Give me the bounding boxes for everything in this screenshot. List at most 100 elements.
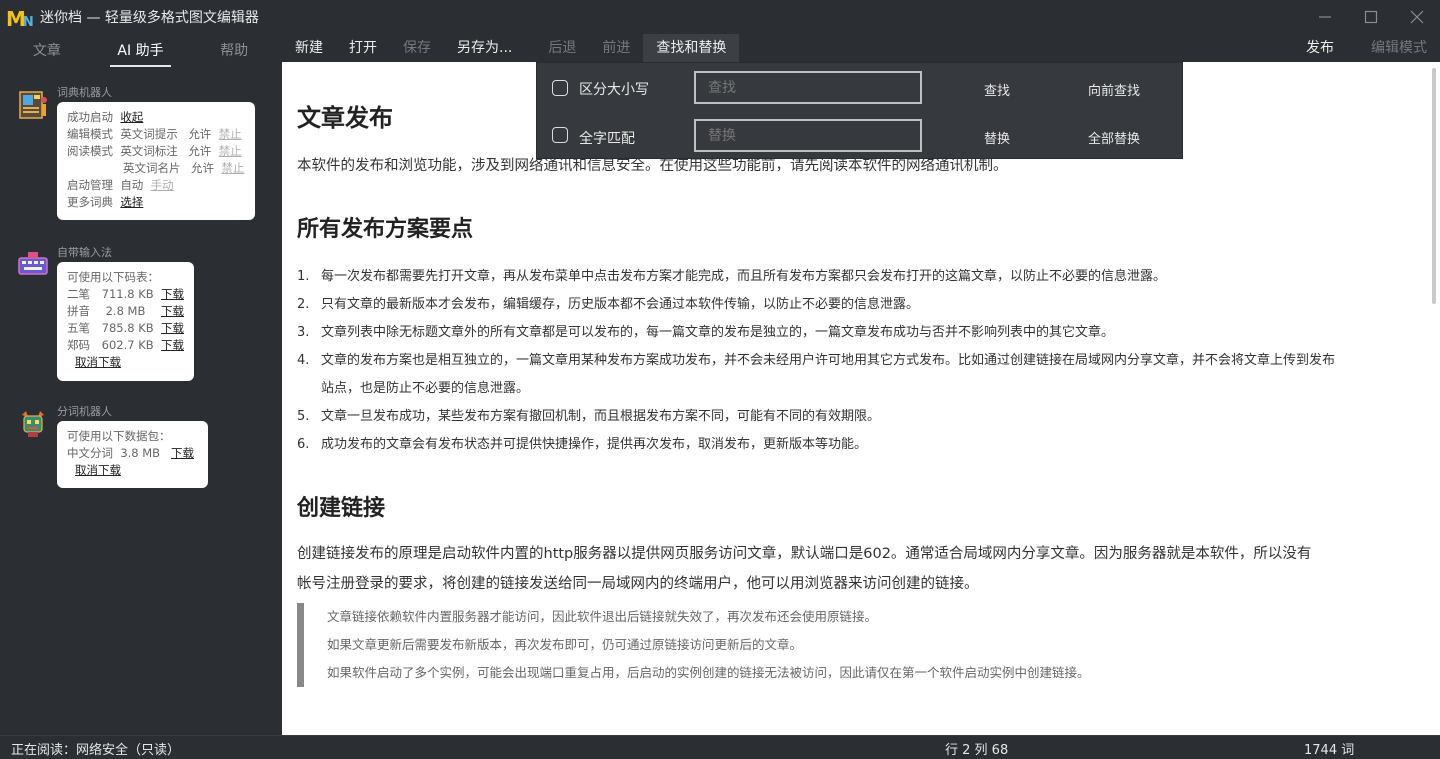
reading-status: 正在阅读：网络安全（只读） [11,743,181,758]
title-bar: MN 迷你档 — 轻量级多格式图文编辑器 [0,0,1440,34]
cancel-download-link[interactable]: 取消下载 [75,462,121,479]
tab-ai-assistant[interactable]: AI 助手 [94,34,188,68]
ime-size: 602.7 KB [101,338,154,352]
minimize-icon [1319,16,1331,18]
read-mode-label: 阅读模式 [67,144,113,158]
edit-mode-item: 英文词提示 [120,127,178,141]
find-previous-button[interactable]: 向前查找 [1088,80,1140,99]
startup-label: 启动管理 [67,178,113,192]
ime-name: 二笔 [67,287,90,301]
find-replace-button[interactable]: 查找和替换 [643,34,740,62]
new-button[interactable]: 新建 [282,34,336,62]
maximize-button[interactable] [1348,0,1394,34]
whole-word-label: 全字匹配 [579,131,635,147]
list-item: 4. 文章的发布方案也是相互独立的，一篇文章用某种发布方案成功发布，并不会未经用户… [297,353,1336,368]
list-item: 3. 文章列表中除无标题文章外的所有文章都是可以发布的，每一篇文章的发布是独立的，… [297,325,1115,340]
tab-articles[interactable]: 文章 [0,34,94,68]
list-item: 6. 成功发布的文章会有发布状态并可提供快捷操作，提供再次发布，取消发布，更新版本… [297,437,868,452]
ime-name: 郑码 [67,338,90,352]
ime-size: 785.8 KB [101,321,154,335]
list-item: 5. 文章一旦发布成功，某些发布方案有撤回机制，而且根据发布方案不同，可能有不同的… [297,409,881,424]
download-link[interactable]: 下载 [161,286,184,303]
ime-intro: 可使用以下码表： [67,270,159,284]
replace-input[interactable] [694,119,922,152]
forbid-option[interactable]: 禁止 [219,143,242,160]
allow-option[interactable]: 允许 [188,126,211,143]
ime-name: 五笔 [67,321,90,335]
download-link[interactable]: 下载 [161,320,184,337]
startup-manual[interactable]: 手动 [151,177,174,194]
read-mode-item: 英文词名片 [123,161,181,175]
seg-robot-title: 分词机器人 [57,405,112,418]
read-mode-item: 英文词标注 [120,144,178,158]
ime-name: 拼音 [67,304,90,318]
more-dict-label: 更多词典 [67,195,113,209]
seg-intro: 可使用以下数据包： [67,429,171,443]
ime-card: 可使用以下码表： 二笔 711.8 KB 下载 拼音 2.8 MB 下载 五笔 … [57,262,194,381]
toolbar: 新建 打开 保存 另存为... 后退 前进 查找和替换 发布 编辑模式 [282,34,1440,62]
window-controls [1302,0,1440,34]
find-input[interactable] [694,71,922,104]
doc-title: 文章发布 [297,104,393,132]
forbid-option[interactable]: 禁止 [221,160,244,177]
cancel-download-link[interactable]: 取消下载 [75,354,121,371]
startup-auto[interactable]: 自动 [120,177,143,194]
robot-head-icon [22,411,44,437]
edit-mode-label: 编辑模式 [67,127,113,141]
blockquote: 文章链接依赖软件内置服务器才能访问，因此软件退出后链接就失效了，再次发布还会使用… [297,603,1419,687]
list-item: 1. 每一次发布都需要先打开文章，再从发布菜单中点击发布方案才能完成，而且所有发布… [297,269,1167,284]
cursor-position: 行 2 列 68 [945,743,1009,758]
keyboard-icon [18,252,48,275]
edit-mode-button[interactable]: 编辑模式 [1358,34,1440,62]
quote-line: 文章链接依赖软件内置服务器才能访问，因此软件退出后链接就失效了，再次发布还会使用… [327,609,878,624]
window-title: 迷你档 — 轻量级多格式图文编辑器 [40,10,259,26]
sidebar-tabs: 文章 AI 助手 帮助 [0,34,281,68]
back-button[interactable]: 后退 [535,34,589,62]
seg-name: 中文分词 [67,446,113,460]
download-link[interactable]: 下载 [161,337,184,354]
dict-robot-title: 词典机器人 [57,86,112,99]
maximize-icon [1364,10,1378,24]
scrollbar[interactable] [1432,68,1436,304]
section-title-points: 所有发布方案要点 [297,217,474,242]
list-item: 2. 只有文章的最新版本才会发布，编辑缓存，历史版本都不会通过本软件传输，以防止不… [297,297,920,312]
save-button[interactable]: 保存 [390,34,444,62]
find-button[interactable]: 查找 [984,80,1010,99]
find-replace-panel: 区分大小写 查找 向前查找 全字匹配 替换 全部替换 [536,62,1183,159]
seg-robot-card: 可使用以下数据包： 中文分词 3.8 MB 下载 取消下载 [57,421,208,488]
download-link[interactable]: 下载 [171,445,194,462]
allow-option[interactable]: 允许 [188,143,211,160]
robot-book-icon [19,91,47,119]
collapse-link[interactable]: 收起 [120,109,143,126]
replace-button[interactable]: 替换 [984,128,1010,147]
dict-robot-card: 成功启动 收起 编辑模式 英文词提示 允许 禁止 阅读模式 英文词标注 允许 禁止 … [57,102,255,220]
save-as-button[interactable]: 另存为... [444,34,525,62]
app-logo: MN [6,7,34,31]
download-link[interactable]: 下载 [161,303,184,320]
open-button[interactable]: 打开 [336,34,390,62]
forbid-option[interactable]: 禁止 [219,126,242,143]
link-paragraph-line2: 帐号注册登录的要求，将创建的链接发送给同一局域网内的终端用户，他可以用浏览器来访… [297,576,979,592]
select-dict-link[interactable]: 选择 [120,194,143,211]
boot-label: 成功启动 [67,110,113,124]
editor[interactable]: 文章发布 本软件的发布和浏览功能，涉及到网络通讯和信息安全。在使用这些功能前，请… [282,62,1440,735]
case-sensitive-label: 区分大小写 [579,82,649,98]
close-button[interactable] [1394,0,1440,34]
word-count: 1744 词 [1304,743,1355,758]
allow-option[interactable]: 允许 [191,160,214,177]
points-list: 1. 每一次发布都需要先打开文章，再从发布菜单中点击发布方案才能完成，而且所有发布… [297,263,1335,459]
ime-size: 711.8 KB [101,287,154,301]
sidebar: 文章 AI 助手 帮助 词典机器人 成功启动 收起 编辑模式 英文词提示 允许 禁… [0,34,281,735]
quote-line: 如果软件启动了多个实例，可能会出现端口重复占用，后启动的实例创建的链接无法被访问… [327,665,1090,680]
replace-all-button[interactable]: 全部替换 [1088,128,1140,147]
forward-button[interactable]: 前进 [589,34,643,62]
publish-button[interactable]: 发布 [1293,34,1358,62]
close-icon [1410,10,1424,24]
quote-line: 如果文章更新后需要发布新版本，再次发布即可，仍可通过原链接访问更新后的文章。 [327,637,803,652]
tab-help[interactable]: 帮助 [187,34,281,68]
whole-word-checkbox[interactable] [552,127,568,143]
case-sensitive-checkbox[interactable] [552,80,568,96]
link-paragraph-line1: 创建链接发布的原理是启动软件内置的http服务器以提供网页服务访问文章，默认端口… [297,546,1312,562]
list-item: 站点，也是防止不必要的信息泄露。 [321,381,530,396]
minimize-button[interactable] [1302,0,1348,34]
